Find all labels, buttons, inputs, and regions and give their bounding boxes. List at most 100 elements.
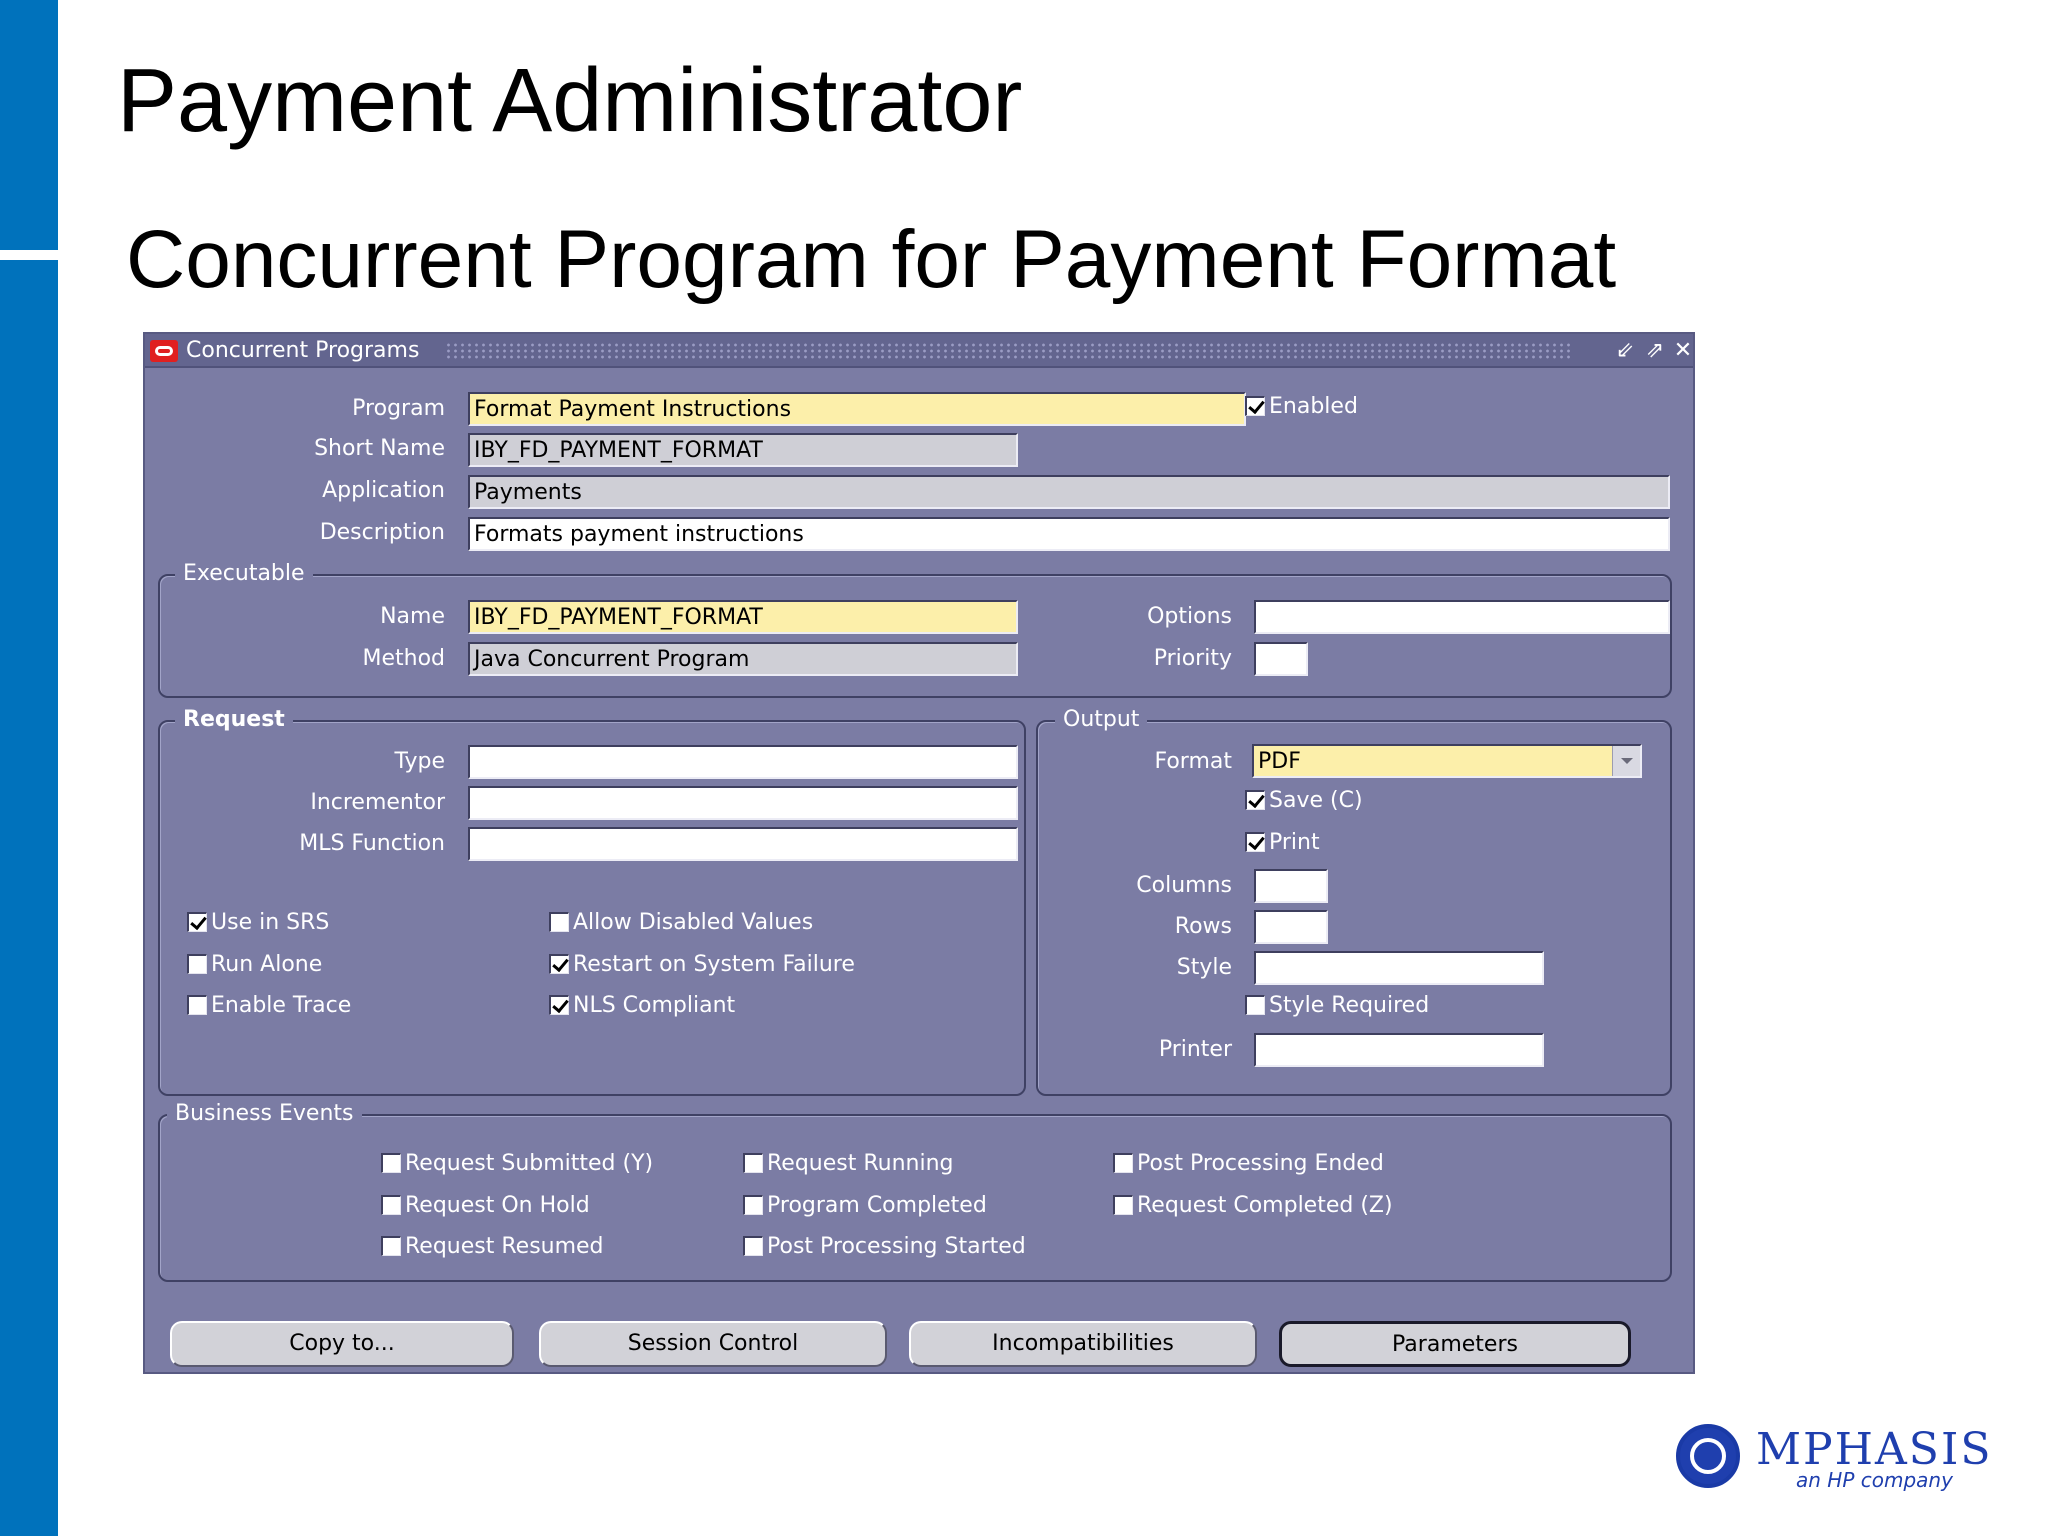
request-resumed-checkbox[interactable]: Request Resumed bbox=[381, 1232, 604, 1262]
style-field[interactable] bbox=[1254, 951, 1544, 985]
columns-field[interactable] bbox=[1254, 869, 1328, 903]
allow-disabled-values-checkbox[interactable]: Allow Disabled Values bbox=[549, 908, 813, 938]
executable-name-field[interactable]: IBY_FD_PAYMENT_FORMAT bbox=[468, 600, 1018, 634]
request-running-checkbox[interactable]: Request Running bbox=[743, 1149, 954, 1179]
titlebar-grip bbox=[445, 342, 1573, 360]
enabled-label: Enabled bbox=[1269, 394, 1358, 419]
request-completed-checkbox[interactable]: Request Completed (Z) bbox=[1113, 1191, 1393, 1221]
mls-function-field[interactable] bbox=[468, 827, 1018, 861]
style-required-box[interactable] bbox=[1245, 995, 1265, 1015]
save-box[interactable] bbox=[1245, 790, 1265, 810]
request-submitted-box[interactable] bbox=[381, 1153, 401, 1173]
parameters-button[interactable]: Parameters bbox=[1279, 1321, 1631, 1367]
slide-accent-gap bbox=[0, 250, 58, 260]
priority-field[interactable] bbox=[1254, 642, 1308, 676]
request-on-hold-label: Request On Hold bbox=[405, 1193, 590, 1218]
style-required-checkbox[interactable]: Style Required bbox=[1245, 991, 1429, 1021]
options-label: Options bbox=[1147, 604, 1232, 629]
incrementor-field[interactable] bbox=[468, 786, 1018, 820]
save-checkbox[interactable]: Save (C) bbox=[1245, 786, 1363, 816]
session-control-button[interactable]: Session Control bbox=[539, 1321, 887, 1367]
executable-name-label: Name bbox=[380, 604, 445, 629]
printer-field[interactable] bbox=[1254, 1033, 1544, 1067]
request-running-box[interactable] bbox=[743, 1153, 763, 1173]
enable-trace-box[interactable] bbox=[187, 995, 207, 1015]
mphasis-logo: MPHASIS an HP company bbox=[1676, 1424, 1990, 1494]
post-processing-started-checkbox[interactable]: Post Processing Started bbox=[743, 1232, 1026, 1262]
post-processing-ended-checkbox[interactable]: Post Processing Ended bbox=[1113, 1149, 1384, 1179]
restart-on-failure-checkbox[interactable]: Restart on System Failure bbox=[549, 950, 855, 980]
enable-trace-checkbox[interactable]: Enable Trace bbox=[187, 991, 351, 1021]
output-group-title: Output bbox=[1055, 706, 1148, 734]
request-completed-label: Request Completed (Z) bbox=[1137, 1193, 1393, 1218]
request-submitted-checkbox[interactable]: Request Submitted (Y) bbox=[381, 1149, 653, 1179]
description-field[interactable]: Formats payment instructions bbox=[468, 517, 1670, 551]
program-completed-checkbox[interactable]: Program Completed bbox=[743, 1191, 987, 1221]
request-resumed-box[interactable] bbox=[381, 1236, 401, 1256]
request-submitted-label: Request Submitted (Y) bbox=[405, 1151, 654, 1176]
style-label: Style bbox=[1176, 955, 1232, 980]
close-icon[interactable]: ✕ bbox=[1669, 337, 1697, 365]
slide-accent-bar bbox=[0, 0, 58, 1536]
restart-on-failure-box[interactable] bbox=[549, 954, 569, 974]
chevron-down-icon[interactable] bbox=[1612, 746, 1640, 776]
rows-label: Rows bbox=[1174, 914, 1232, 939]
post-processing-started-label: Post Processing Started bbox=[767, 1234, 1026, 1259]
run-alone-checkbox[interactable]: Run Alone bbox=[187, 950, 322, 980]
copy-to-button[interactable]: Copy to... bbox=[170, 1321, 514, 1367]
format-value: PDF bbox=[1258, 749, 1301, 774]
allow-disabled-values-box[interactable] bbox=[549, 912, 569, 932]
priority-label: Priority bbox=[1153, 646, 1232, 671]
oracle-icon bbox=[150, 340, 178, 362]
use-in-srs-box[interactable] bbox=[187, 912, 207, 932]
slide-subtitle: Concurrent Program for Payment Format bbox=[126, 214, 1617, 305]
minimize-icon[interactable]: ⇙ bbox=[1611, 337, 1639, 365]
print-box[interactable] bbox=[1245, 832, 1265, 852]
logo-tagline: an HP company bbox=[1796, 1468, 1953, 1492]
request-on-hold-checkbox[interactable]: Request On Hold bbox=[381, 1191, 590, 1221]
method-label: Method bbox=[362, 646, 445, 671]
request-on-hold-box[interactable] bbox=[381, 1195, 401, 1215]
incrementor-label: Incrementor bbox=[310, 790, 445, 815]
program-completed-box[interactable] bbox=[743, 1195, 763, 1215]
window-titlebar[interactable]: Concurrent Programs ⇙ ⇗ ✕ bbox=[145, 334, 1693, 368]
application-label: Application bbox=[322, 478, 445, 503]
post-processing-ended-label: Post Processing Ended bbox=[1137, 1151, 1384, 1176]
post-processing-ended-box[interactable] bbox=[1113, 1153, 1133, 1173]
rows-field[interactable] bbox=[1254, 910, 1328, 944]
executable-group-title: Executable bbox=[175, 560, 313, 588]
use-in-srs-checkbox[interactable]: Use in SRS bbox=[187, 908, 329, 938]
incompatibilities-button[interactable]: Incompatibilities bbox=[909, 1321, 1257, 1367]
mphasis-logo-icon bbox=[1676, 1424, 1740, 1488]
run-alone-box[interactable] bbox=[187, 954, 207, 974]
print-label: Print bbox=[1269, 830, 1320, 855]
maximize-icon[interactable]: ⇗ bbox=[1641, 337, 1669, 365]
request-completed-box[interactable] bbox=[1113, 1195, 1133, 1215]
concurrent-programs-window: Concurrent Programs ⇙ ⇗ ✕ Program Format… bbox=[143, 332, 1695, 1374]
style-required-label: Style Required bbox=[1269, 993, 1430, 1018]
type-field[interactable] bbox=[468, 745, 1018, 779]
business-events-title: Business Events bbox=[167, 1100, 362, 1128]
application-field[interactable]: Payments bbox=[468, 475, 1670, 509]
window-title: Concurrent Programs bbox=[186, 338, 420, 363]
type-label: Type bbox=[394, 749, 445, 774]
short-name-field[interactable]: IBY_FD_PAYMENT_FORMAT bbox=[468, 433, 1018, 467]
enabled-checkbox[interactable]: Enabled bbox=[1245, 392, 1358, 422]
nls-compliant-box[interactable] bbox=[549, 995, 569, 1015]
method-field[interactable]: Java Concurrent Program bbox=[468, 642, 1018, 676]
enable-trace-label: Enable Trace bbox=[211, 993, 352, 1018]
description-label: Description bbox=[319, 520, 445, 545]
post-processing-started-box[interactable] bbox=[743, 1236, 763, 1256]
run-alone-label: Run Alone bbox=[211, 952, 323, 977]
nls-compliant-checkbox[interactable]: NLS Compliant bbox=[549, 991, 735, 1021]
program-label: Program bbox=[352, 396, 445, 421]
format-label: Format bbox=[1154, 749, 1232, 774]
print-checkbox[interactable]: Print bbox=[1245, 828, 1320, 858]
format-select[interactable]: PDF bbox=[1252, 744, 1642, 778]
program-field[interactable]: Format Payment Instructions bbox=[468, 392, 1246, 426]
enabled-checkbox-box[interactable] bbox=[1245, 396, 1265, 416]
options-field[interactable] bbox=[1254, 600, 1670, 634]
short-name-label: Short Name bbox=[314, 436, 445, 461]
mls-function-label: MLS Function bbox=[299, 831, 445, 856]
executable-group bbox=[158, 574, 1672, 698]
